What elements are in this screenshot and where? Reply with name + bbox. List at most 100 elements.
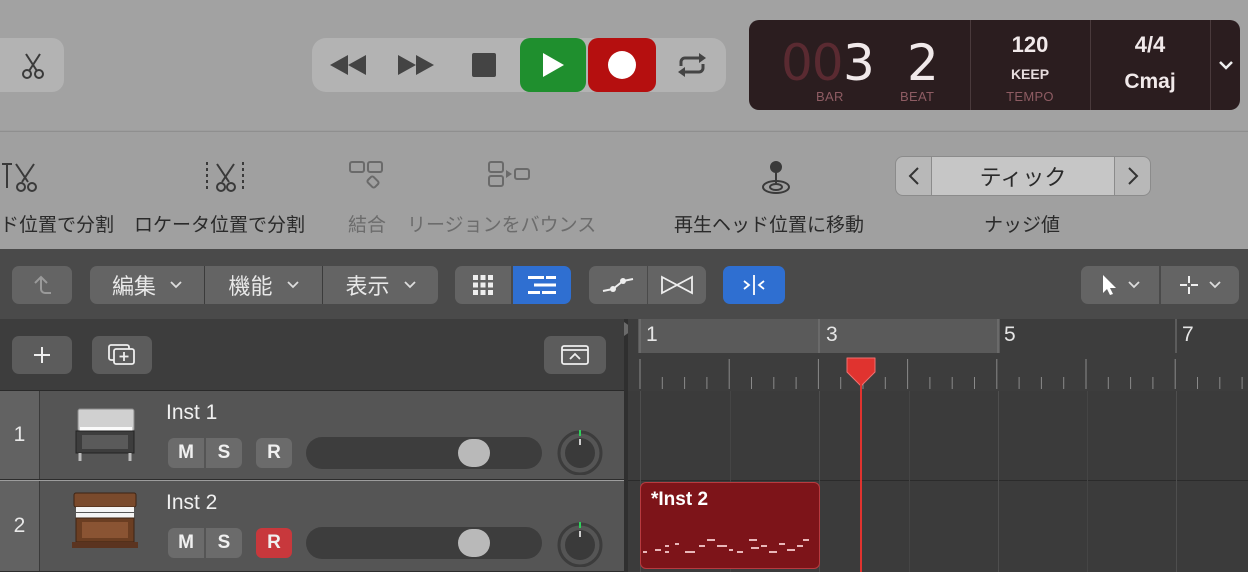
mute-button[interactable]: M <box>168 438 204 468</box>
volume-slider[interactable] <box>306 437 542 469</box>
lcd-menu-button[interactable] <box>1211 20 1240 110</box>
go-to-playhead-icon <box>762 161 790 194</box>
rewind-icon <box>330 55 366 75</box>
volume-slider-knob[interactable] <box>458 529 490 557</box>
flex-button[interactable] <box>648 266 706 304</box>
bounce-regions-label[interactable]: リージョンをバウンス <box>407 210 596 237</box>
view-menu-label: 表示 <box>345 274 390 299</box>
nudge-decrease-button[interactable] <box>896 157 932 195</box>
beat-value: 2 <box>907 34 939 92</box>
lcd-display[interactable]: 00 3 2 BAR BEAT 120 KEEP TEMPO 4/4 Cmaj <box>749 20 1240 110</box>
list-view-button[interactable] <box>513 266 571 304</box>
nudge-increase-button[interactable] <box>1114 157 1150 195</box>
chevron-right-icon <box>1127 167 1138 185</box>
solo-button[interactable]: S <box>206 528 242 558</box>
nudge-value[interactable]: ティック <box>932 157 1114 195</box>
stop-icon <box>472 53 496 77</box>
catch-playhead-button[interactable] <box>723 266 785 304</box>
track-name[interactable]: Inst 1 <box>166 401 217 425</box>
duplicate-track-icon <box>108 344 135 365</box>
functions-menu-label: 機能 <box>228 274 273 299</box>
chevron-down-icon <box>170 281 182 289</box>
volume-slider[interactable] <box>306 527 542 559</box>
electric-piano-icon <box>75 408 135 461</box>
mute-button[interactable]: M <box>168 528 204 558</box>
volume-slider-knob[interactable] <box>458 439 490 467</box>
catch-icon <box>743 275 765 295</box>
control-bar: 00 3 2 BAR BEAT 120 KEEP TEMPO 4/4 Cmaj <box>0 0 1248 130</box>
ruler-ticks <box>639 319 1243 389</box>
record-button[interactable] <box>588 38 656 92</box>
plus-icon <box>34 347 50 363</box>
track-name[interactable]: Inst 2 <box>166 491 217 515</box>
record-enable-button[interactable]: R <box>256 438 292 468</box>
time-signature: 4/4 <box>1134 32 1166 57</box>
bar-value: 3 <box>843 34 875 92</box>
tempo-label: TEMPO <box>1006 89 1054 104</box>
cycle-icon <box>678 53 706 77</box>
chevron-down-icon <box>286 281 299 289</box>
track-number: 1 <box>0 391 40 479</box>
chevron-down-icon <box>403 281 416 289</box>
automation-icon <box>602 278 634 292</box>
track-list-header <box>0 319 624 391</box>
join-label[interactable]: 結合 <box>348 210 386 237</box>
transport-controls <box>312 38 726 92</box>
track-number: 2 <box>0 481 40 571</box>
add-track-button[interactable] <box>12 336 72 374</box>
split-at-playhead-label[interactable]: ド位置で分割 <box>0 210 114 237</box>
back-button[interactable] <box>12 266 72 304</box>
key-signature: Cmaj <box>1124 70 1176 93</box>
chevron-down-icon <box>1209 281 1221 289</box>
join-icon <box>349 161 383 189</box>
chevron-down-icon <box>1218 61 1233 70</box>
crosshair-icon <box>1180 276 1198 294</box>
nudge-value-control: ティック <box>895 156 1151 196</box>
record-icon <box>608 51 636 79</box>
tempo-mode: KEEP <box>1010 66 1050 82</box>
bar-prefix: 00 <box>781 34 844 92</box>
functions-menu[interactable]: 機能 <box>205 266 322 304</box>
fast-forward-icon <box>398 55 434 75</box>
split-at-playhead-icon <box>2 163 37 192</box>
track-row[interactable]: 1 Inst 1 M S R <box>0 391 624 480</box>
record-enable-button[interactable]: R <box>256 528 292 558</box>
midi-notes <box>643 539 809 553</box>
solo-button[interactable]: S <box>206 438 242 468</box>
fast-forward-button[interactable] <box>386 38 446 92</box>
pointer-tool-menu[interactable] <box>1081 266 1159 304</box>
region-name: *Inst 2 <box>651 489 709 510</box>
nudge-value-label: ナッジ値 <box>984 215 1061 236</box>
stop-button[interactable] <box>454 38 514 92</box>
edit-menu-label: 編集 <box>111 274 156 299</box>
global-tracks-button[interactable] <box>544 336 606 374</box>
editor-menu-group: 編集 機能 表示 <box>90 266 438 304</box>
grid-view-button[interactable] <box>455 266 511 304</box>
play-button[interactable] <box>520 38 586 92</box>
beat-label: BEAT <box>900 89 935 104</box>
edit-menu[interactable]: 編集 <box>90 266 204 304</box>
automation-button[interactable] <box>589 266 647 304</box>
pan-knob[interactable] <box>556 521 604 567</box>
scissors-button[interactable] <box>0 38 64 92</box>
ruler[interactable]: 1 3 5 7 <box>628 319 1248 391</box>
tracks-header-bar: 編集 機能 表示 <box>0 249 1248 319</box>
view-menu[interactable]: 表示 <box>323 266 438 304</box>
split-at-locators-icon <box>206 162 244 192</box>
grid-icon <box>473 275 493 295</box>
pan-knob[interactable] <box>556 429 604 475</box>
split-at-locators-label[interactable]: ロケータ位置で分割 <box>134 210 305 237</box>
midi-region[interactable]: *Inst 2 <box>640 482 820 569</box>
track-row[interactable]: 2 Inst 2 M S R <box>0 481 624 572</box>
secondary-tool-menu[interactable] <box>1161 266 1239 304</box>
bar-label: BAR <box>816 89 844 104</box>
toolbar: ド位置で分割 ロケータ位置で分割 結合 リージョンをバウンス 再生ヘッド位置に移… <box>0 131 1248 249</box>
go-to-playhead-label[interactable]: 再生ヘッド位置に移動 <box>674 210 864 237</box>
play-icon <box>543 53 564 77</box>
tempo-value: 120 <box>1011 32 1049 57</box>
flex-icon <box>661 275 693 295</box>
chevron-left-icon <box>908 167 919 185</box>
duplicate-track-button[interactable] <box>92 336 152 374</box>
rewind-button[interactable] <box>318 38 378 92</box>
cycle-button[interactable] <box>662 38 722 92</box>
